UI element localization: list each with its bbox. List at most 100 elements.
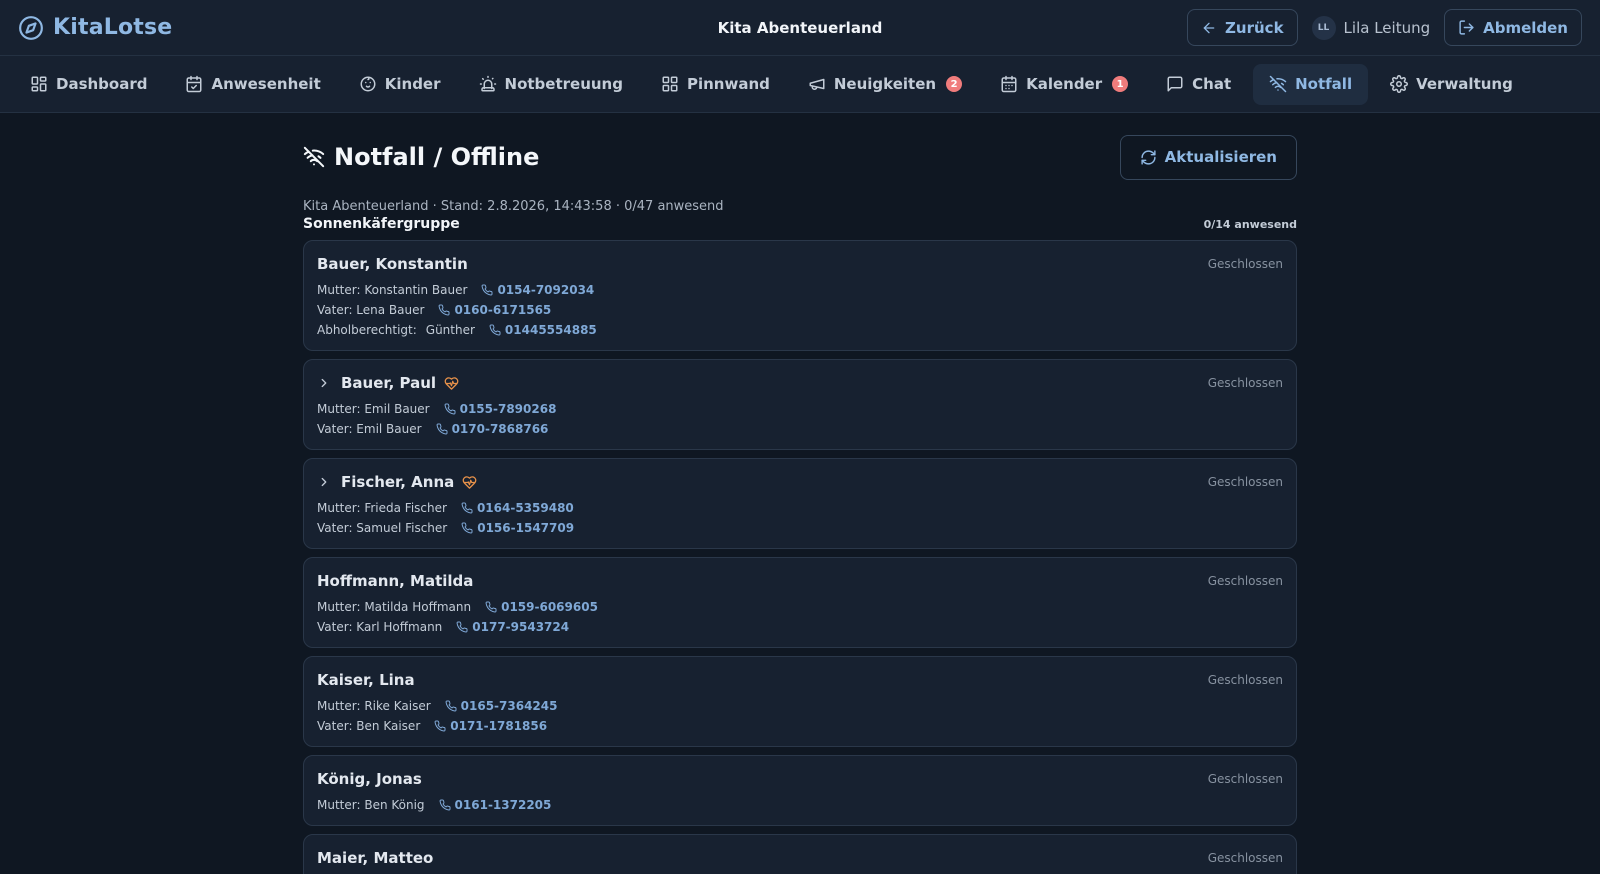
child-name: Hoffmann, Matilda [317, 572, 474, 590]
child-name: Fischer, Anna [341, 473, 455, 491]
nav-item-anwesenheit[interactable]: Anwesenheit [169, 64, 336, 105]
contact-name: Mutter: Konstantin Bauer [317, 283, 468, 297]
nav-item-notbetreuung[interactable]: Notbetreuung [463, 64, 639, 105]
phone-link[interactable]: 0154-7092034 [481, 283, 594, 297]
nav-item-label: Kalender [1026, 75, 1103, 93]
heart-pulse-icon [444, 376, 459, 391]
phone-link[interactable]: 01445554885 [489, 323, 597, 337]
phone-number: 0156-1547709 [477, 521, 575, 535]
contact-prefix: Abholberechtigt: [317, 323, 417, 337]
contact-name: Günther [425, 323, 475, 337]
gear-icon [1390, 75, 1409, 93]
wifi-off-icon [1269, 75, 1287, 93]
wifi-off-icon [303, 146, 325, 168]
contact-name: Vater: Lena Bauer [317, 303, 425, 317]
child-card[interactable]: Bauer, Paul Geschlossen Mutter: Emil Bauer… [303, 359, 1297, 450]
child-card[interactable]: Fischer, Anna Geschlossen Mutter: Frieda F… [303, 458, 1297, 549]
contact-row: Vater: Samuel Fischer 0156-1547709 [317, 518, 1283, 538]
child-list: Bauer, Konstantin Geschlossen Mutter: Kons… [303, 240, 1297, 874]
contact-row: Mutter: Matilda Hoffmann 0159-6069605 [317, 597, 1283, 617]
phone-icon [444, 403, 456, 415]
phone-link[interactable]: 0177-9543724 [456, 620, 569, 634]
status-badge: Geschlossen [1207, 475, 1283, 489]
nav-item-notfall[interactable]: Notfall [1253, 63, 1369, 105]
group-count: 0/14 anwesend [1203, 218, 1297, 231]
heart-pulse-icon [462, 475, 477, 490]
calendar-icon [1000, 75, 1018, 93]
status-badge: Geschlossen [1207, 673, 1283, 687]
nav-item-label: Notfall [1295, 75, 1353, 93]
logout-label: Abmelden [1483, 18, 1568, 37]
phone-number: 0155-7890268 [459, 402, 557, 416]
contact-row: Vater: Ben Kaiser 0171-1781856 [317, 716, 1283, 736]
status-badge: Geschlossen [1207, 851, 1283, 865]
phone-number: 01445554885 [504, 323, 597, 337]
nav-item-kalender[interactable]: Kalender 1 [984, 64, 1144, 105]
refresh-button[interactable]: Aktualisieren [1119, 134, 1297, 180]
status-badge: Geschlossen [1207, 257, 1283, 271]
nav-item-dashboard[interactable]: Dashboard [14, 64, 163, 105]
nav-item-label: Dashboard [56, 75, 148, 93]
logout-icon [1458, 19, 1475, 36]
count-badge: 2 [946, 76, 963, 92]
nav-item-label: Pinnwand [686, 75, 770, 93]
top-bar: KitaLotse Kita Abenteuerland Zurück LL L… [0, 0, 1600, 56]
nav-item-kinder[interactable]: Kinder [343, 64, 457, 105]
child-card: Bauer, Konstantin Geschlossen Mutter: Kons… [303, 240, 1297, 351]
phone-icon [456, 621, 468, 633]
dashboard-icon [30, 75, 48, 93]
contact-name: Mutter: Matilda Hoffmann [317, 600, 472, 614]
contact-name: Mutter: Ben König [317, 798, 425, 812]
siren-icon [479, 75, 497, 93]
nav-item-verwaltung[interactable]: Verwaltung [1374, 64, 1529, 105]
child-name: Bauer, Paul [341, 374, 437, 392]
phone-number: 0171-1781856 [450, 719, 548, 733]
phone-icon [461, 522, 473, 534]
nav-item-chat[interactable]: Chat [1150, 64, 1247, 105]
phone-icon [481, 284, 493, 296]
page-title: Notfall / Offline [334, 143, 540, 171]
main-nav: Dashboard Anwesenheit Kinder Notbetreuung Pi… [0, 56, 1600, 113]
phone-icon [438, 304, 450, 316]
status-badge: Geschlossen [1207, 574, 1283, 588]
child-card: Kaiser, Lina Geschlossen Mutter: Rike Kais… [303, 656, 1297, 747]
child-card: König, Jonas Geschlossen Mutter: Ben König… [303, 755, 1297, 826]
contact-name: Vater: Emil Bauer [317, 422, 422, 436]
back-button[interactable]: Zurück [1187, 9, 1298, 46]
logout-button[interactable]: Abmelden [1444, 9, 1582, 46]
phone-link[interactable]: 0164-5359480 [461, 501, 574, 515]
count-badge: 1 [1112, 76, 1129, 92]
chevron-right-icon[interactable] [317, 376, 331, 390]
phone-icon [485, 601, 497, 613]
back-label: Zurück [1225, 18, 1284, 37]
chevron-right-icon[interactable] [317, 475, 331, 489]
phone-link[interactable]: 0165-7364245 [445, 699, 557, 713]
phone-link[interactable]: 0160-6171565 [438, 303, 551, 317]
phone-link[interactable]: 0159-6069605 [485, 600, 598, 614]
phone-number: 0164-5359480 [476, 501, 574, 515]
child-card: Maier, Matteo Geschlossen [303, 834, 1297, 874]
brand[interactable]: KitaLotse [18, 15, 172, 41]
nav-item-label: Notbetreuung [504, 75, 623, 93]
contact-name: Vater: Ben Kaiser [317, 719, 421, 733]
phone-link[interactable]: 0170-7868766 [436, 422, 548, 436]
user-menu[interactable]: LL Lila Leitung [1311, 15, 1430, 40]
group-name: Sonnenkäfergruppe [303, 216, 460, 232]
calendar-check-icon [185, 75, 203, 93]
nav-item-pinnwand[interactable]: Pinnwand [645, 64, 786, 105]
arrow-left-icon [1201, 20, 1217, 36]
contact-name: Vater: Karl Hoffmann [317, 620, 443, 634]
contact-row: Mutter: Frieda Fischer 0164-5359480 [317, 498, 1283, 518]
nav-item-neuigkeiten[interactable]: Neuigkeiten 2 [792, 64, 978, 105]
contact-row: Vater: Karl Hoffmann 0177-9543724 [317, 617, 1283, 637]
phone-number: 0161-1372205 [454, 798, 552, 812]
phone-link[interactable]: 0155-7890268 [444, 402, 557, 416]
phone-link[interactable]: 0161-1372205 [439, 798, 552, 812]
phone-link[interactable]: 0171-1781856 [434, 719, 547, 733]
refresh-label: Aktualisieren [1164, 148, 1277, 166]
phone-icon [461, 502, 473, 514]
refresh-icon [1140, 149, 1157, 166]
child-name: Bauer, Konstantin [317, 255, 468, 273]
phone-link[interactable]: 0156-1547709 [461, 521, 574, 535]
child-name: Maier, Matteo [317, 849, 434, 867]
